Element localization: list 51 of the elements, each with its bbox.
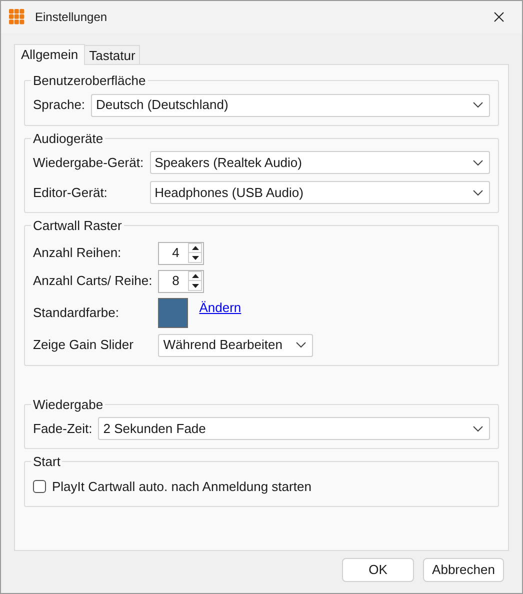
tab[interactable]: Allgemein xyxy=(14,44,86,65)
dropdown-value: Speakers (Realtek Audio) xyxy=(154,154,303,172)
dialog-button[interactable]: Abbrechen xyxy=(423,558,504,582)
checkbox-label: PlayIt Cartwall auto. nach Anmeldung starten xyxy=(52,478,312,496)
field-label: Anzahl Carts/ Reihe: xyxy=(33,272,152,290)
group-title: Audiogeräte xyxy=(32,130,104,148)
group-title: Cartwall Raster xyxy=(32,217,123,235)
dropdown[interactable]: Deutsch (Deutschland) xyxy=(91,94,490,116)
field-label: Fade-Zeit: xyxy=(33,420,92,438)
group-title: Benutzeroberfläche xyxy=(32,72,147,90)
spin-down-button[interactable] xyxy=(188,253,202,263)
spin-down-button[interactable] xyxy=(188,281,202,291)
chevron-down-icon xyxy=(473,190,483,196)
chevron-down-icon xyxy=(296,342,306,348)
spinner-value: 4 xyxy=(171,244,180,262)
field-label: Standardfarbe: xyxy=(33,304,120,322)
triangle-up-icon xyxy=(192,274,199,278)
field-label: Zeige Gain Slider xyxy=(33,336,134,354)
triangle-down-icon xyxy=(192,284,199,288)
dropdown-value: Headphones (USB Audio) xyxy=(154,184,304,202)
chevron-down-icon xyxy=(473,426,483,432)
group-title: Wiedergabe xyxy=(32,396,104,414)
dropdown[interactable]: 2 Sekunden Fade xyxy=(98,417,490,440)
triangle-up-icon xyxy=(192,246,199,250)
triangle-down-icon xyxy=(192,256,199,260)
close-icon xyxy=(494,12,504,22)
dropdown-value: Deutsch (Deutschland) xyxy=(96,96,230,114)
number-spinner[interactable]: 8 xyxy=(158,270,204,292)
change-color-link[interactable]: Ändern xyxy=(199,298,242,317)
field-label: Anzahl Reihen: xyxy=(33,244,122,262)
app-logo-icon xyxy=(9,9,25,25)
chevron-down-icon xyxy=(473,160,483,166)
tab[interactable]: Tastatur xyxy=(85,45,140,64)
dropdown[interactable]: Während Bearbeiten xyxy=(158,334,314,356)
number-spinner[interactable]: 4 xyxy=(158,242,204,264)
dropdown[interactable]: Speakers (Realtek Audio) xyxy=(150,151,490,174)
spin-up-button[interactable] xyxy=(188,271,202,281)
dialog-button[interactable]: OK xyxy=(342,558,414,582)
field-label: Editor-Gerät: xyxy=(33,184,108,202)
chevron-down-icon xyxy=(473,102,483,108)
dropdown[interactable]: Headphones (USB Audio) xyxy=(150,181,490,204)
spin-up-button[interactable] xyxy=(188,243,202,253)
dropdown-value: 2 Sekunden Fade xyxy=(103,420,207,438)
group-title: Start xyxy=(32,453,62,471)
window-title: Einstellungen xyxy=(35,9,108,26)
checkbox[interactable] xyxy=(33,480,46,493)
spinner-value: 8 xyxy=(171,272,180,290)
field-label: Wiedergabe-Gerät: xyxy=(33,154,144,172)
dropdown-value: Während Bearbeiten xyxy=(163,336,284,354)
field-label: Sprache: xyxy=(33,96,86,114)
color-swatch[interactable] xyxy=(158,298,188,328)
